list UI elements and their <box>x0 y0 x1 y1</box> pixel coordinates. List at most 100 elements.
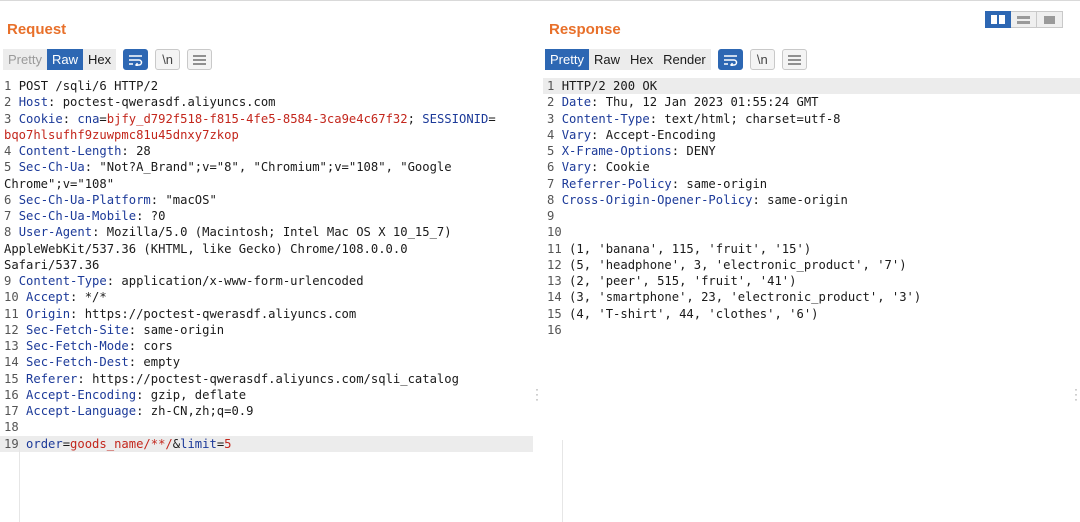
code-text: : "Not?A_Brand";v="8", "Chromium";v="108… <box>84 160 452 175</box>
request-line: 9 Content-Type: application/x-www-form-u… <box>0 273 533 289</box>
response-title: Response <box>549 21 621 38</box>
header-name: X-Frame-Options <box>561 144 672 158</box>
param-value: 5 <box>224 436 232 451</box>
tab-raw[interactable]: Raw <box>588 49 625 70</box>
tab-raw[interactable]: Raw <box>46 49 83 70</box>
header-name: Sec-Fetch-Dest <box>26 355 129 370</box>
header-name: Cookie <box>18 111 63 126</box>
menu-icon[interactable] <box>781 49 807 70</box>
header-name: Cross-Origin-Opener-Policy <box>561 192 753 207</box>
code-text: : Accept-Encoding <box>591 127 716 142</box>
response-line: 1 HTTP/2 200 OK <box>543 78 1080 95</box>
code-text: AppleWebKit/537.36 (KHTML, like Gecko) C… <box>4 241 408 256</box>
tab-hex[interactable]: Hex <box>82 49 117 70</box>
header-name: cna <box>77 111 100 126</box>
wrap-lines-icon[interactable] <box>717 49 743 70</box>
response-line: 15 (4, 'T-shirt', 44, 'clothes', '6') <box>543 306 1080 322</box>
line-number: 6 <box>4 192 19 207</box>
line-number: 3 <box>4 111 19 126</box>
tab-render[interactable]: Render <box>658 49 711 70</box>
header-name: Sec-Fetch-Mode <box>26 339 129 353</box>
line-number: 10 <box>547 225 562 240</box>
response-line: 7 Referrer-Policy: same-origin <box>543 176 1080 192</box>
tab-pretty[interactable]: Pretty <box>3 49 47 70</box>
code-text: (2, 'peer', 515, 'fruit', '41') <box>569 274 797 288</box>
request-line: 10 Accept: */* <box>0 289 533 305</box>
code-text: POST /sqli/6 HTTP/2 <box>18 79 159 93</box>
header-name: Vary <box>561 127 592 142</box>
request-line: 2 Host: poctest-qwerasdf.aliyuncs.com <box>0 94 533 110</box>
param-value: bqo7hlsufhf9zuwpmc81u45dnxy7zkop <box>4 127 239 142</box>
line-number: 11 <box>547 241 570 256</box>
request-line: 14 Sec-Fetch-Dest: empty <box>0 354 533 370</box>
header-name: Referer <box>26 371 78 386</box>
pane-divider-handle[interactable]: · · · <box>535 383 539 405</box>
header-name: Sec-Ch-Ua <box>18 160 85 175</box>
line-number: 15 <box>4 371 27 386</box>
line-number: 5 <box>4 160 19 175</box>
header-name: SESSIONID <box>422 111 489 126</box>
line-number: 13 <box>4 339 27 353</box>
request-line: 7 Sec-Ch-Ua-Mobile: ?0 <box>0 208 533 224</box>
tab-hex[interactable]: Hex <box>624 49 659 70</box>
header-name: Accept-Encoding <box>26 387 137 402</box>
code-text: (3, 'smartphone', 23, 'electronic_produc… <box>569 290 922 305</box>
code-text: : Cookie <box>591 160 650 175</box>
line-number: 10 <box>4 290 27 305</box>
code-text: ; <box>407 111 423 126</box>
request-editor[interactable]: 1 POST /sqli/6 HTTP/2 2 Host: poctest-qwe… <box>0 78 533 452</box>
code-text: Chrome";v="108" <box>4 176 115 191</box>
code-text: = <box>62 436 71 451</box>
response-line: 9 <box>543 208 1080 224</box>
tab-pretty[interactable]: Pretty <box>545 49 589 70</box>
code-text: : https://poctest-qwerasdf.aliyuncs.com <box>70 306 357 321</box>
request-line: 16 Accept-Encoding: gzip, deflate <box>0 387 533 403</box>
code-text: : poctest-qwerasdf.aliyuncs.com <box>48 95 276 110</box>
request-title: Request <box>7 21 67 38</box>
response-line: 16 <box>543 322 1080 338</box>
code-text: (5, 'headphone', 3, 'electronic_product'… <box>569 257 907 272</box>
response-line: 2 Date: Thu, 12 Jan 2023 01:55:24 GMT <box>543 94 1080 110</box>
request-line: 8 User-Agent: Mozilla/5.0 (Macintosh; In… <box>0 224 533 240</box>
request-view-tabs: Pretty Raw Hex \n <box>3 49 213 70</box>
header-name: Referrer-Policy <box>561 176 672 191</box>
line-number: 6 <box>547 160 562 175</box>
header-name: Accept <box>26 290 71 305</box>
code-text: : */* <box>70 290 107 305</box>
newline-toggle-button[interactable]: \n <box>155 49 181 70</box>
request-pane: Request Pretty Raw Hex \n 1 POST /sqli/6… <box>0 0 533 522</box>
code-text: : Thu, 12 Jan 2023 01:55:24 GMT <box>591 95 819 110</box>
response-line: 8 Cross-Origin-Opener-Policy: same-origi… <box>543 192 1080 208</box>
line-number: 17 <box>4 404 27 418</box>
line-number: 8 <box>547 192 562 207</box>
newline-toggle-button[interactable]: \n <box>749 49 775 70</box>
wrap-lines-icon[interactable] <box>123 49 149 70</box>
header-name: Content-Length <box>18 144 122 158</box>
line-number: 19 <box>4 436 27 451</box>
response-line: 13 (2, 'peer', 515, 'fruit', '41') <box>543 273 1080 289</box>
code-text: : gzip, deflate <box>136 387 247 402</box>
request-line: 19 order=goods_name/**/&limit=5 <box>0 435 533 452</box>
request-line: 17 Accept-Language: zh-CN,zh;q=0.9 <box>0 403 533 419</box>
request-line: AppleWebKit/537.36 (KHTML, like Gecko) C… <box>0 241 533 257</box>
response-viewer[interactable]: 1 HTTP/2 200 OK 2 Date: Thu, 12 Jan 2023 … <box>543 78 1080 338</box>
line-number: 12 <box>4 322 27 337</box>
code-text: Safari/537.36 <box>4 257 100 272</box>
response-line: 12 (5, 'headphone', 3, 'electronic_produ… <box>543 257 1080 273</box>
line-number: 4 <box>547 127 562 142</box>
newline-label: \n <box>756 52 768 67</box>
menu-icon[interactable] <box>187 49 213 70</box>
response-view-tabs: Pretty Raw Hex Render \n <box>545 49 807 70</box>
code-text: : application/x-www-form-urlencoded <box>106 274 364 288</box>
response-pane: Response Pretty Raw Hex Render \n 1 HTTP… <box>543 0 1080 522</box>
line-number: 13 <box>547 274 570 288</box>
line-number: 2 <box>547 95 562 110</box>
request-line: 18 <box>0 419 533 435</box>
request-line: 4 Content-Length: 28 <box>0 143 533 159</box>
line-number: 9 <box>4 274 19 288</box>
line-number: 7 <box>547 176 562 191</box>
request-line: 12 Sec-Fetch-Site: same-origin <box>0 322 533 338</box>
request-line: 1 POST /sqli/6 HTTP/2 <box>0 78 533 94</box>
code-text: (1, 'banana', 115, 'fruit', '15') <box>569 241 812 256</box>
code-text: : empty <box>128 355 181 370</box>
